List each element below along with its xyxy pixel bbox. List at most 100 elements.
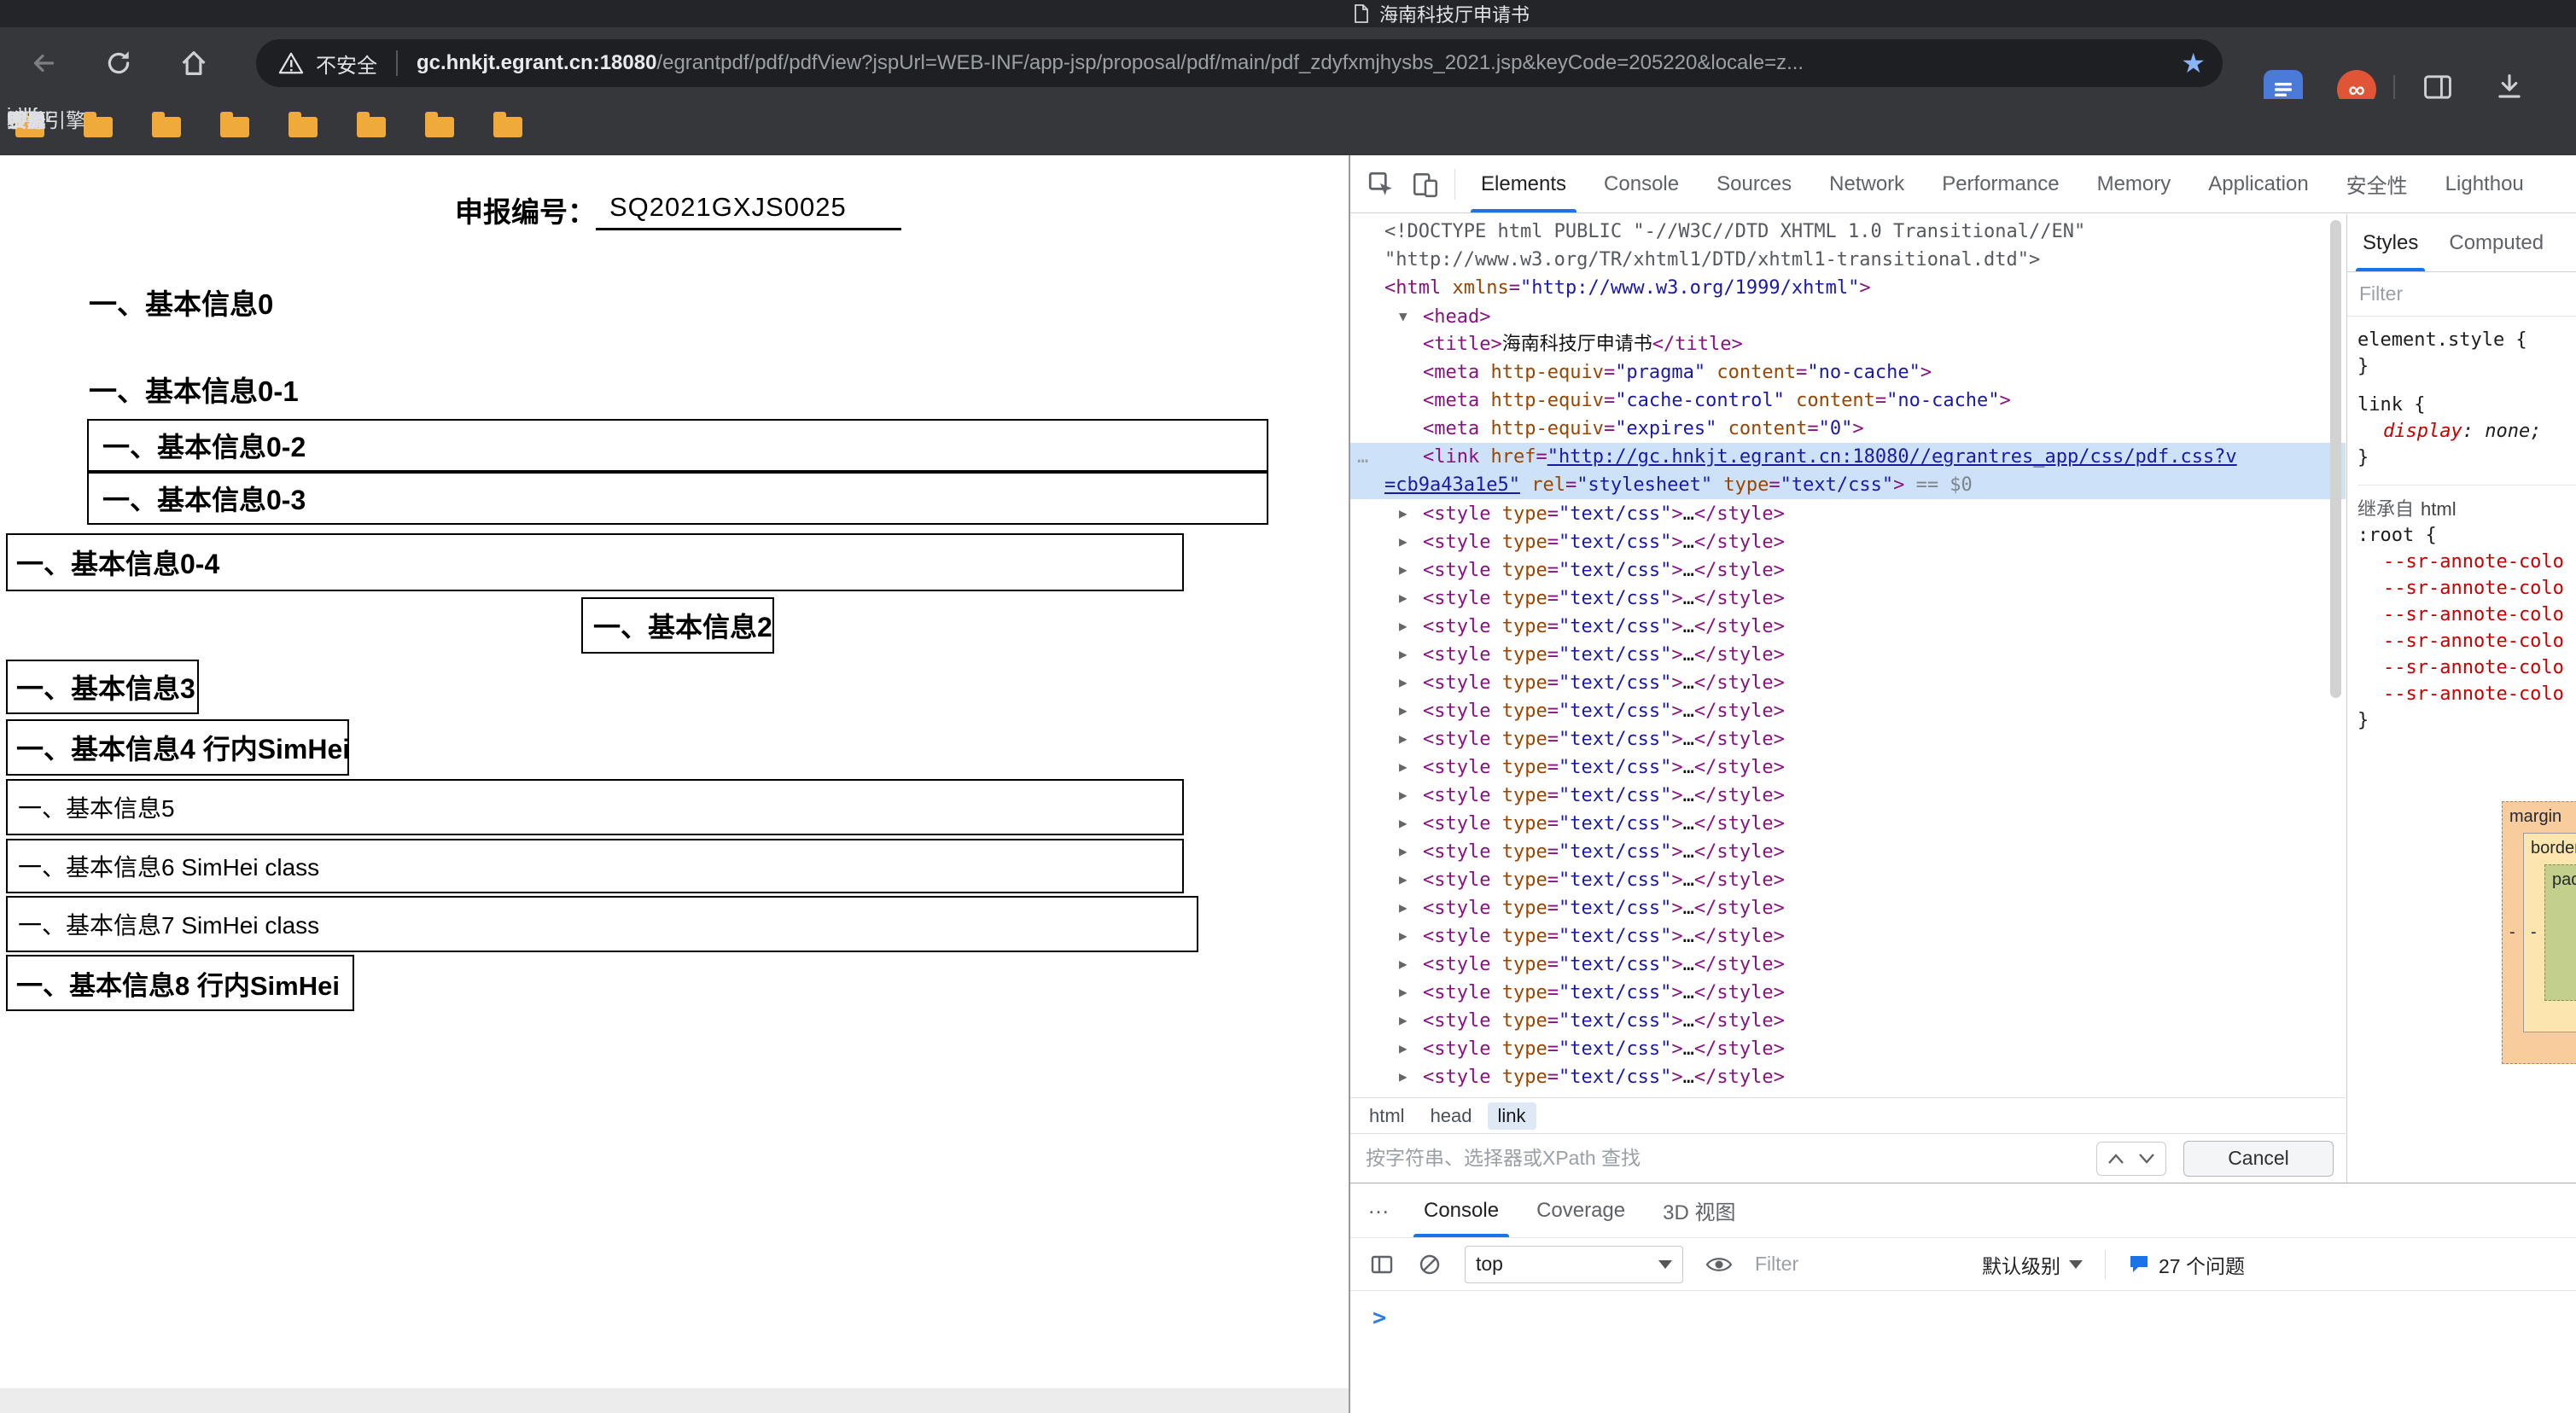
css-rule-root[interactable]: :root {	[2357, 522, 2576, 549]
expand-arrow-icon: ▶	[1399, 950, 1423, 978]
scrollbar-thumb[interactable]	[2330, 220, 2341, 698]
tab-network[interactable]: Network	[1810, 155, 1923, 212]
dom-node[interactable]: ▶<style type="text/css">…</style>	[1350, 865, 2346, 893]
bookmark-item[interactable]: 项目	[84, 117, 113, 137]
dom-node[interactable]: =cb9a43a1e5" rel="stylesheet" type="text…	[1350, 471, 2346, 499]
drawer-tab-3d-视图[interactable]: 3D 视图	[1644, 1183, 1754, 1237]
tab-console[interactable]: Console	[1585, 155, 1698, 212]
inherited-node-link[interactable]: html	[2421, 498, 2457, 520]
css-rule-element-style[interactable]: element.style {	[2357, 327, 2576, 353]
css-custom-property: --sr-annote-colo	[2357, 549, 2576, 575]
bookmark-item[interactable]: 工具	[220, 117, 249, 137]
dom-node[interactable]: ▶<style type="text/css">…</style>	[1350, 612, 2346, 640]
tab-performance[interactable]: Performance	[1923, 155, 2078, 212]
address-bar[interactable]: 不安全 gc.hnkjt.egrant.cn:18080/egrantpdf/p…	[256, 39, 2223, 87]
dom-node[interactable]: <meta http-equiv="cache-control" content…	[1350, 387, 2346, 415]
css-rule-link[interactable]: link {	[2357, 392, 2576, 418]
tabbar-divider	[1454, 169, 1455, 200]
dom-node[interactable]: ▶<style type="text/css">…</style>	[1350, 527, 2346, 555]
more-tabs-icon[interactable]: …	[1350, 1193, 1405, 1228]
bookmark-item[interactable]: 表单引擎	[425, 117, 454, 137]
console-filter-input[interactable]	[1755, 1253, 1960, 1276]
breadcrumb-item[interactable]: link	[1488, 1102, 1536, 1130]
dom-node[interactable]: ▶<style type="text/css">…</style>	[1350, 555, 2346, 584]
dom-node[interactable]: ▶<style type="text/css">…</style>	[1350, 922, 2346, 950]
css-declaration[interactable]: display: none;	[2357, 418, 2576, 445]
bookmark-star-icon[interactable]: ★	[2181, 47, 2206, 79]
dom-node[interactable]: ▶<style type="text/css">…</style>	[1350, 696, 2346, 724]
device-toolbar-icon[interactable]	[1403, 162, 1448, 206]
bookmark-item[interactable]: self	[357, 117, 386, 137]
browser-tab[interactable]: 海南科技厅申请书	[1354, 2, 1530, 26]
caret-down-icon	[2069, 1260, 2083, 1269]
live-expression-eye-icon[interactable]	[1705, 1253, 1733, 1276]
chevron-down-icon[interactable]	[2138, 1153, 2155, 1165]
dom-node[interactable]: ▶<style type="text/css">…</style>	[1350, 640, 2346, 668]
log-levels-label: 默认级别	[1982, 1250, 2060, 1279]
dom-node[interactable]: ▶<style type="text/css">…</style>	[1350, 668, 2346, 696]
box-model-border: border - padding	[2523, 833, 2576, 1032]
dom-node[interactable]: ▶<style type="text/css">…</style>	[1350, 584, 2346, 612]
expand-arrow-icon: ▶	[1399, 527, 1423, 555]
dom-node[interactable]: ▶<style type="text/css">…</style>	[1350, 893, 2346, 922]
bookmark-item[interactable]: 资源	[493, 117, 522, 137]
sidebar-tab-computed[interactable]: Computed	[2433, 214, 2559, 271]
section-box: 一、基本信息6 SimHei class	[6, 839, 1184, 893]
console-toolbar: top 默认级别 27 个问题	[1350, 1238, 2576, 1291]
dom-node[interactable]: ▶<style type="text/css">…</style>	[1350, 1006, 2346, 1034]
dom-node[interactable]: ▶<style type="text/css">…</style>	[1350, 809, 2346, 837]
expand-arrow-icon: ▶	[1399, 753, 1423, 781]
dom-node[interactable]: ▶<style type="text/css">…</style>	[1350, 724, 2346, 753]
dom-node[interactable]: <meta http-equiv="pragma" content="no-ca…	[1350, 358, 2346, 387]
dom-node[interactable]: ▶<style type="text/css">…</style>	[1350, 753, 2346, 781]
issues-counter[interactable]: 27 个问题	[2128, 1250, 2245, 1279]
expand-arrow-icon: ▶	[1399, 1034, 1423, 1062]
tab-elements[interactable]: Elements	[1462, 155, 1585, 212]
box-model-diagram[interactable]: margin - border - padding	[2502, 801, 2576, 1064]
search-input[interactable]	[1350, 1147, 2096, 1170]
devtools-panel: ElementsConsoleSourcesNetworkPerformance…	[1349, 155, 2576, 1413]
dom-node[interactable]: ▶<style type="text/css">…</style>	[1350, 837, 2346, 865]
console-sidebar-icon[interactable]	[1369, 1252, 1395, 1277]
tab-sources[interactable]: Sources	[1698, 155, 1810, 212]
styles-filter-input[interactable]	[2347, 272, 2576, 317]
tab-memory[interactable]: Memory	[2078, 155, 2190, 212]
tab-lighthou[interactable]: Lighthou	[2427, 155, 2543, 212]
execution-context-selector[interactable]: top	[1465, 1246, 1683, 1283]
dom-node[interactable]: <meta http-equiv="expires" content="0">	[1350, 415, 2346, 443]
sidebar-tab-styles[interactable]: Styles	[2347, 214, 2433, 271]
dom-node[interactable]: <!DOCTYPE html PUBLIC "-//W3C//DTD XHTML…	[1350, 218, 2346, 246]
dom-node[interactable]: …<link href="http://gc.hnkjt.egrant.cn:1…	[1350, 443, 2346, 471]
log-levels-dropdown[interactable]: 默认级别	[1982, 1250, 2083, 1279]
dom-node[interactable]: ▶<style type="text/css">…</style>	[1350, 978, 2346, 1006]
console-prompt[interactable]: >	[1350, 1291, 2576, 1331]
chevron-up-icon[interactable]	[2107, 1153, 2124, 1165]
dom-node[interactable]: <html xmlns="http://www.w3.org/1999/xhtm…	[1350, 274, 2346, 302]
home-button[interactable]	[166, 35, 222, 91]
bookmark-item[interactable]: other	[288, 117, 318, 137]
cancel-button[interactable]: Cancel	[2183, 1141, 2334, 1177]
css-brace: }	[2357, 445, 2576, 471]
css-custom-property: --sr-annote-colo	[2357, 654, 2576, 681]
section-box: 一、基本信息2	[581, 597, 774, 654]
clear-console-icon[interactable]	[1417, 1252, 1442, 1277]
dom-node[interactable]: ▶<style type="text/css">…</style>	[1350, 950, 2346, 978]
dom-node[interactable]: "http://www.w3.org/TR/xhtml1/DTD/xhtml1-…	[1350, 246, 2346, 274]
inspect-element-icon[interactable]	[1359, 162, 1403, 206]
tab-application[interactable]: Application	[2189, 155, 2327, 212]
drawer-tab-coverage[interactable]: Coverage	[1518, 1183, 1644, 1237]
back-button[interactable]	[15, 35, 72, 91]
bookmark-item[interactable]: 手册	[152, 117, 181, 137]
elements-scrollbar[interactable]	[2330, 215, 2341, 1094]
dom-node[interactable]: <title>海南科技厅申请书</title>	[1350, 330, 2346, 358]
dom-node[interactable]: ▶<style type="text/css">…</style>	[1350, 781, 2346, 809]
dom-node[interactable]: ▼<head>	[1350, 302, 2346, 330]
tab-安全性[interactable]: 安全性	[2328, 155, 2427, 212]
reload-button[interactable]	[90, 35, 147, 91]
breadcrumb-item[interactable]: html	[1359, 1102, 1415, 1130]
breadcrumb-item[interactable]: head	[1420, 1102, 1483, 1130]
dom-node[interactable]: ▶<style type="text/css">…</style>	[1350, 1034, 2346, 1062]
drawer-tab-console[interactable]: Console	[1405, 1183, 1518, 1237]
dom-node[interactable]: ▶<style type="text/css">…</style>	[1350, 499, 2346, 527]
dom-node[interactable]: ▶<style type="text/css">…</style>	[1350, 1062, 2346, 1090]
